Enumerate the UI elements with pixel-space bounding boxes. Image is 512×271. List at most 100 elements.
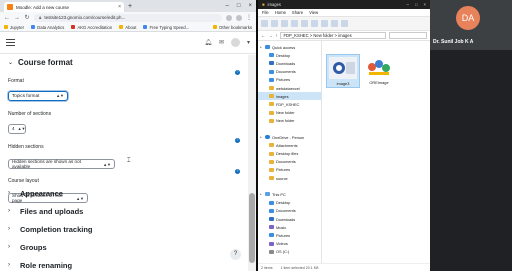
nav-item[interactable]: Attachments xyxy=(258,141,321,149)
sections-select[interactable]: 4 ▲▼ xyxy=(8,123,26,134)
bookmark-jupyter[interactable]: Jupyter xyxy=(4,25,24,30)
nav-item[interactable]: Desktop xyxy=(258,199,321,207)
tab-share[interactable]: Share xyxy=(292,10,303,15)
back-arrow-icon[interactable]: ← xyxy=(261,33,265,38)
maximize-icon[interactable]: □ xyxy=(415,2,418,7)
section-title: Appearance xyxy=(20,188,63,198)
nav-item[interactable]: images xyxy=(258,92,321,101)
help-fab-button[interactable]: ? xyxy=(230,249,241,260)
hidden-sections-select[interactable]: Hidden sections are shown as not availab… xyxy=(8,159,115,169)
close-window-icon[interactable]: × xyxy=(248,3,252,9)
nav-item[interactable]: Downloads xyxy=(258,59,321,67)
up-arrow-icon[interactable]: ↑ xyxy=(275,33,277,38)
new-folder-icon[interactable] xyxy=(321,20,328,27)
copy-icon[interactable] xyxy=(271,20,278,27)
nav-item-label: Downloads xyxy=(276,60,296,66)
section-completion-tracking[interactable]: › Completion tracking xyxy=(8,223,93,235)
nav-item[interactable]: Desktop files xyxy=(258,149,321,157)
rename-icon[interactable] xyxy=(311,20,318,27)
nav-item[interactable]: New folder xyxy=(258,117,321,125)
nav-item-label: images xyxy=(276,93,289,99)
expand-chevron-icon[interactable]: ▸ xyxy=(259,45,263,49)
pin-icon[interactable] xyxy=(261,20,268,27)
expand-chevron-icon[interactable]: ▸ xyxy=(259,135,263,139)
participant-tile[interactable]: DA Dr. Sunil Job K A xyxy=(430,0,512,50)
file-item[interactable]: OREImage xyxy=(362,54,396,88)
forward-arrow-icon[interactable]: → xyxy=(268,33,272,38)
nav-item[interactable]: Documents xyxy=(258,207,321,215)
browser-menu-icon[interactable]: ⋮ xyxy=(246,14,252,21)
nav-item[interactable]: Downloads xyxy=(258,215,321,223)
minimize-icon[interactable]: – xyxy=(226,3,229,9)
tab-view[interactable]: View xyxy=(309,10,318,15)
scrollbar-thumb[interactable] xyxy=(249,193,255,263)
minimize-icon[interactable]: – xyxy=(407,2,409,7)
nav-item[interactable]: webdataexcel xyxy=(258,84,321,92)
notifications-icon[interactable]: 🔔︎ xyxy=(204,39,212,46)
explorer-search-input[interactable] xyxy=(389,32,427,39)
expand-chevron-icon[interactable]: ▸ xyxy=(259,192,263,196)
nav-item[interactable]: ▸ This PC xyxy=(258,190,321,198)
nav-item[interactable]: Pictures xyxy=(258,166,321,174)
paste-icon[interactable] xyxy=(281,20,288,27)
nav-item[interactable]: OS (C:) xyxy=(258,248,321,256)
hamburger-menu-icon[interactable] xyxy=(6,39,15,46)
help-icon[interactable]: ? xyxy=(235,138,240,143)
back-arrow-icon[interactable]: ← xyxy=(4,15,10,21)
extension-icon[interactable] xyxy=(226,14,232,21)
move-to-icon[interactable] xyxy=(291,20,298,27)
maximize-icon[interactable]: □ xyxy=(237,3,241,9)
tab-file[interactable]: File xyxy=(262,10,269,15)
nav-item[interactable]: Desktop xyxy=(258,51,321,59)
close-window-icon[interactable]: × xyxy=(424,2,426,7)
nav-item[interactable]: Music xyxy=(258,223,321,231)
course-format-header[interactable]: ⌄ Course format xyxy=(8,55,240,69)
moodle-favicon-icon xyxy=(7,4,13,10)
bookmark-typing-speed[interactable]: Free Typing Speed... xyxy=(143,25,189,30)
section-groups[interactable]: › Groups xyxy=(8,241,47,253)
nav-item[interactable]: Pictures xyxy=(258,231,321,239)
bookmark-data-analytics[interactable]: Data Analytics xyxy=(31,25,64,30)
bookmark-about[interactable]: About xyxy=(119,25,136,30)
file-item[interactable]: image3 xyxy=(326,54,360,88)
browser-tab[interactable]: Moodle: Add a new course × xyxy=(4,2,124,12)
new-tab-icon[interactable]: + xyxy=(128,3,132,10)
nav-item[interactable]: ▸ Quick access xyxy=(258,43,321,51)
folder-icon xyxy=(269,102,274,107)
help-icon[interactable]: ? xyxy=(235,169,240,174)
other-bookmarks[interactable]: Other bookmarks xyxy=(213,25,252,30)
close-tab-icon[interactable]: × xyxy=(118,4,121,10)
format-select[interactable]: Topics format ▲▼ xyxy=(8,90,68,101)
reload-icon[interactable]: ↻ xyxy=(24,14,30,21)
url-field[interactable]: 🔒︎ testsite123.gnomio.com/course/edit.ph… xyxy=(34,13,222,22)
section-role-renaming[interactable]: › Role renaming xyxy=(8,259,72,271)
nav-item[interactable]: Documents xyxy=(258,68,321,76)
page-scrollbar[interactable] xyxy=(248,55,256,271)
nav-item[interactable]: Pictures xyxy=(258,76,321,84)
tab-home[interactable]: Home xyxy=(275,10,286,15)
videos-icon xyxy=(269,241,274,246)
section-appearance[interactable]: › Appearance xyxy=(8,187,63,199)
chevron-down-icon[interactable]: ▾ xyxy=(247,39,250,46)
messages-icon[interactable]: ✉︎ xyxy=(219,39,224,46)
properties-icon[interactable] xyxy=(331,20,338,27)
nav-item[interactable]: New folder xyxy=(258,109,321,117)
explorer-path-field[interactable]: FDP_KSHEC > New folder > images xyxy=(280,32,386,39)
nav-item[interactable]: Videos xyxy=(258,240,321,248)
help-icon[interactable]: ? xyxy=(235,70,240,75)
nav-item[interactable]: Documents xyxy=(258,158,321,166)
forward-arrow-icon[interactable]: → xyxy=(14,15,20,21)
nav-item[interactable]: ▸ OneDrive - Person xyxy=(258,133,321,141)
nav-item[interactable]: source xyxy=(258,174,321,182)
nav-item-label: FDP_KSHEC xyxy=(276,101,300,107)
nav-item-label: This PC xyxy=(272,191,286,197)
profile-icon[interactable] xyxy=(236,14,242,21)
nav-item[interactable]: FDP_KSHEC xyxy=(258,100,321,108)
select-all-icon[interactable] xyxy=(341,20,348,27)
bookmark-akg-accreditation[interactable]: AKG Accreditation xyxy=(71,25,112,30)
user-avatar[interactable] xyxy=(230,38,240,47)
section-files-uploads[interactable]: › Files and uploads xyxy=(8,205,83,217)
folder-icon: ■ xyxy=(262,2,265,7)
delete-icon[interactable] xyxy=(301,20,308,27)
documents-icon xyxy=(269,69,274,74)
